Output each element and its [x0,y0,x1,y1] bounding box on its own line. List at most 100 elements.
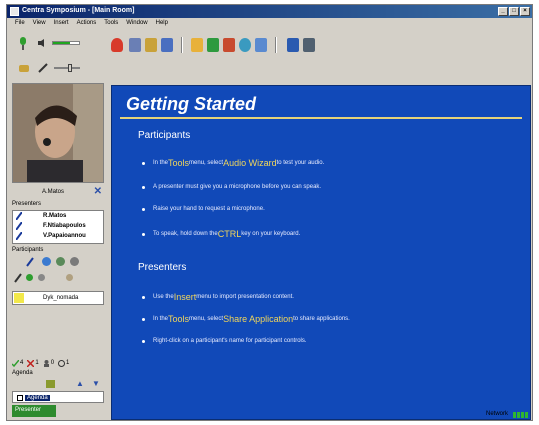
agenda-list: Agenda [12,391,104,403]
check-icon [12,359,19,367]
menu-tools[interactable]: Tools [100,18,122,28]
agenda-folder-icon[interactable] [46,380,55,388]
share-app-icon[interactable] [207,38,219,52]
image-icon[interactable] [287,38,299,52]
person-icon[interactable] [66,274,73,281]
volume-slider[interactable] [54,64,80,72]
minimize-button[interactable]: _ [498,7,508,16]
presenter-row[interactable]: R.Matos [13,211,103,221]
menu-actions[interactable]: Actions [73,18,101,28]
hand-icon[interactable] [18,63,30,73]
bullet-keyword: Insert [173,292,197,302]
presenter-pen-icon [16,212,22,220]
close-button[interactable]: × [520,7,530,16]
count-value: 0 [50,360,55,366]
record-icon[interactable] [303,38,315,52]
globe-icon[interactable] [239,38,251,52]
bullet-text: Right-click on a participant's name for … [153,338,307,344]
bullet-item: In the Tools menu, select Share Applicat… [142,314,350,324]
presentation-content: Getting Started Participants In the Tool… [111,85,531,420]
menu-view[interactable]: View [29,18,50,28]
current-user-row: A.Matos ✕ [12,186,104,198]
user-icon[interactable] [38,274,45,281]
pen-tool-icon[interactable] [14,273,22,283]
give-mic-icon[interactable] [26,257,34,267]
speaker-icon[interactable] [38,39,46,47]
bullet-keyword: CTRL [217,229,242,239]
web-safari-icon[interactable] [223,38,235,52]
move-up-icon[interactable]: ▲ [76,379,84,388]
settings-icon[interactable] [70,257,79,266]
menu-file[interactable]: File [11,18,29,28]
status-bar: Network [7,409,532,421]
bullet-item: In the Tools menu, select Audio Wizard t… [142,158,324,168]
toolbar-separator [181,37,183,53]
network-label: Network [485,411,508,417]
bullet-text: In the [153,316,169,322]
webcam-video [12,83,104,183]
pen-icon[interactable] [38,63,48,73]
expand-icon[interactable] [17,394,23,401]
volume-slider-handle[interactable] [68,64,72,72]
microphone-icon[interactable] [18,37,30,51]
title-bar[interactable]: Centra Symposium - [Main Room] _ □ × [7,5,532,18]
count-person: 0 [43,359,55,367]
participants-heading: Participants [138,130,191,141]
participant-name: Dyk_nomada [43,295,79,301]
breakout-icon[interactable] [56,257,65,266]
presenters-list: R.Matos F.Ntiabapoulos V.Papaioannou [12,210,104,244]
count-value: 4 [20,360,24,366]
menu-bar: File View Insert Actions Tools Window He… [7,18,532,28]
bullet-keyword: Tools [168,314,190,324]
app-icon [10,7,19,16]
bullet-dot [142,295,145,299]
hand-raise-icon[interactable] [111,38,123,52]
approve-icon[interactable] [26,274,33,281]
main-toolbar [107,31,532,59]
presenters-heading: Presenters [138,262,187,273]
bullet-dot [142,339,145,343]
menu-window[interactable]: Window [122,18,151,28]
close-video-icon[interactable]: ✕ [94,186,102,197]
bullet-dot [142,185,145,189]
slides-icon[interactable] [145,38,157,52]
presenter-pen-icon [16,222,22,230]
participant-row[interactable]: Dyk_nomada [12,291,104,305]
bullet-text: menu, select [189,160,224,166]
move-down-icon[interactable]: ▼ [92,379,100,388]
bullet-text: To speak, hold down the [153,231,218,237]
bullet-dot [142,161,145,165]
audio-controls [10,31,106,81]
bullet-text: In the [153,160,169,166]
bullet-keyword: Tools [168,158,190,168]
count-check: 4 [12,359,24,367]
menu-help[interactable]: Help [152,18,172,28]
window-controls: _ □ × [498,7,530,16]
network-strength-icon [513,412,528,418]
bullet-text: Raise your hand to request a microphone. [153,206,265,212]
participant-tools [12,255,104,289]
edit-icon[interactable] [255,38,267,52]
audio-level-meter [52,41,80,45]
presenter-name: F.Ntiabapoulos [43,223,86,229]
bullet-text: key on your keyboard. [241,231,301,237]
presenter-row[interactable]: V.Papaioannou [13,231,103,241]
bullet-text: to share applications. [293,316,350,322]
agenda-label: Agenda [12,370,33,376]
bullet-item: Right-click on a participant's name for … [142,338,307,344]
count-value: 1 [35,360,39,366]
left-panel: A.Matos ✕ Presenters R.Matos F.Ntiabapou… [10,31,106,418]
bullet-text: to test your audio. [276,160,325,166]
presenter-row[interactable]: F.Ntiabapoulos [13,221,103,231]
menu-insert[interactable]: Insert [50,18,73,28]
agenda-item[interactable]: Agenda [17,393,50,402]
maximize-button[interactable]: □ [509,7,519,16]
bullet-dot [142,207,145,211]
pointer-icon[interactable] [191,38,203,52]
presenter-pen-icon [16,232,22,240]
web-icon[interactable] [42,257,51,266]
bullet-keyword: Audio Wizard [223,158,277,168]
document-icon[interactable] [161,38,173,52]
bullet-item: Raise your hand to request a microphone. [142,206,265,212]
whiteboard-icon[interactable] [129,38,141,52]
